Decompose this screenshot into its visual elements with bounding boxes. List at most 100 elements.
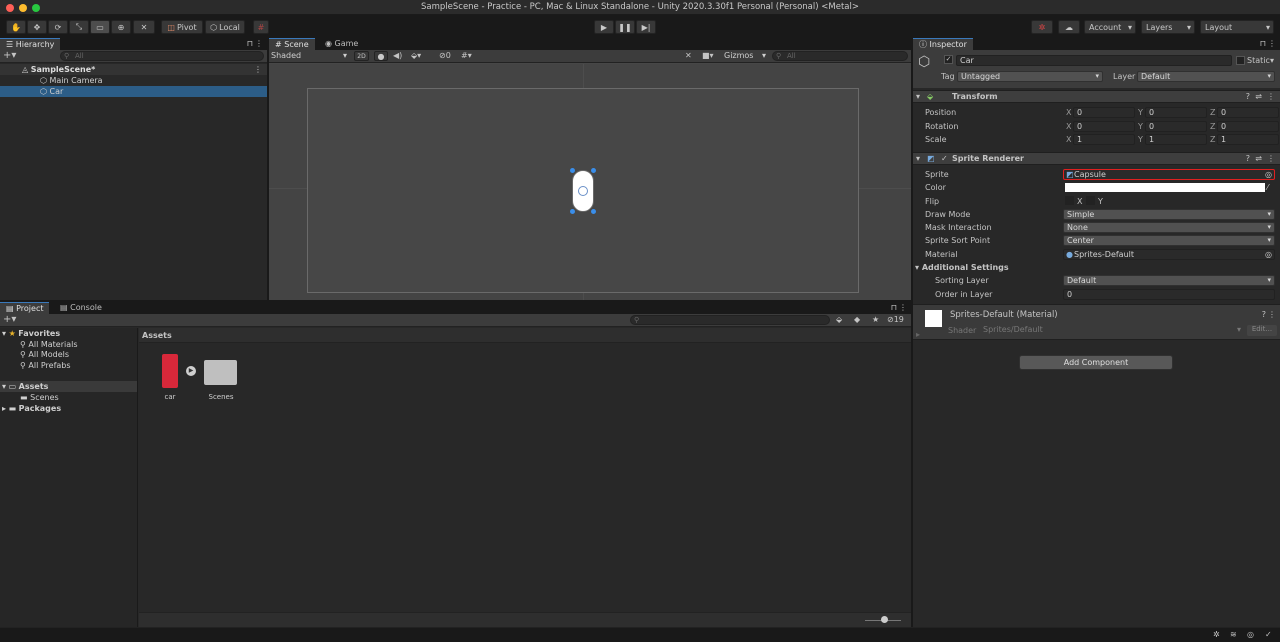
- tab-hierarchy[interactable]: ☰ Hierarchy: [0, 38, 61, 50]
- scene-search-input[interactable]: ⚲ All: [772, 51, 908, 61]
- resize-handle[interactable]: [570, 209, 575, 214]
- gizmos-dropdown[interactable]: Gizmos ▾: [724, 50, 766, 61]
- mask-interaction-dropdown[interactable]: None: [1063, 222, 1275, 233]
- transform-x-input[interactable]: 1: [1073, 134, 1135, 145]
- pivot-toggle[interactable]: ◫ Pivot: [161, 20, 203, 34]
- object-picker-icon[interactable]: ◎: [1265, 250, 1272, 259]
- transform-z-input[interactable]: 0: [1217, 107, 1279, 118]
- eyedropper-icon[interactable]: ⁄: [1267, 183, 1268, 192]
- preset-icon[interactable]: ⇌: [1255, 92, 1262, 101]
- transform-y-input[interactable]: 0: [1145, 121, 1207, 132]
- tree-item-all-models[interactable]: ⚲ All Models: [20, 349, 69, 360]
- object-picker-icon[interactable]: ◎: [1265, 170, 1272, 179]
- transform-y-input[interactable]: 0: [1145, 107, 1207, 118]
- grid-visibility-icon[interactable]: #▾: [461, 51, 472, 60]
- chevron-down-icon[interactable]: ▾: [1270, 56, 1274, 65]
- tab-game[interactable]: ◉ Game: [319, 38, 364, 50]
- play-button[interactable]: ▶: [594, 20, 614, 34]
- tree-item-all-prefabs[interactable]: ⚲ All Prefabs: [20, 360, 71, 371]
- rect-tool-button[interactable]: ▭: [90, 20, 110, 34]
- filter-label-icon[interactable]: ◆: [854, 315, 860, 324]
- menu-icon[interactable]: ⋮: [254, 64, 262, 75]
- lock-icon[interactable]: ⊓: [247, 39, 253, 48]
- create-button[interactable]: +▾: [3, 314, 16, 326]
- lock-icon[interactable]: ⊓: [891, 303, 897, 312]
- layers-dropdown[interactable]: Layers ▾: [1141, 20, 1195, 34]
- sorting-layer-dropdown[interactable]: Default: [1063, 275, 1275, 286]
- rotate-tool-button[interactable]: ⟳: [48, 20, 68, 34]
- edit-shader-button[interactable]: Edit...: [1247, 325, 1277, 336]
- 2d-mode-toggle[interactable]: 2D: [354, 51, 369, 61]
- hierarchy-item-car[interactable]: ⬡ Car: [0, 86, 267, 97]
- tab-console[interactable]: ▤ Console: [54, 302, 108, 314]
- collab-icon[interactable]: ✲: [1031, 20, 1053, 34]
- step-button[interactable]: ▶|: [636, 20, 656, 34]
- help-icon[interactable]: ?: [1246, 154, 1250, 163]
- folder-icon[interactable]: [204, 360, 237, 385]
- debug-icon[interactable]: ✲: [1213, 630, 1220, 639]
- sprite-field[interactable]: ◩ Capsule ◎: [1063, 169, 1275, 180]
- tree-item-assets[interactable]: ▾ ▭ Assets: [0, 381, 137, 392]
- filter-type-icon[interactable]: ⬙: [836, 315, 842, 324]
- favorite-star-icon[interactable]: ★: [872, 315, 879, 324]
- hidden-objects-icon[interactable]: ⊘0: [439, 51, 451, 60]
- play-icon[interactable]: ▶: [186, 366, 196, 376]
- help-icon[interactable]: ?: [1246, 92, 1250, 101]
- menu-icon[interactable]: ⋮: [1268, 310, 1276, 319]
- hierarchy-item-main-camera[interactable]: ⬡ Main Camera: [0, 75, 267, 86]
- cache-icon[interactable]: ≋: [1230, 630, 1237, 639]
- resize-handle[interactable]: [570, 168, 575, 173]
- menu-icon[interactable]: ⋮: [255, 39, 263, 48]
- zoom-slider[interactable]: [881, 616, 888, 623]
- menu-icon[interactable]: ⋮: [1268, 39, 1276, 48]
- lighting-icon[interactable]: ●: [374, 51, 388, 61]
- shading-mode-dropdown[interactable]: Shaded ▾: [271, 50, 349, 61]
- menu-icon[interactable]: ⋮: [1267, 154, 1275, 163]
- transform-y-input[interactable]: 1: [1145, 134, 1207, 145]
- menu-icon[interactable]: ⋮: [1267, 92, 1275, 101]
- local-toggle[interactable]: ⬡ Local: [205, 20, 245, 34]
- flip-y-checkbox[interactable]: [1086, 196, 1095, 205]
- scene-viewport[interactable]: [269, 64, 911, 300]
- active-checkbox[interactable]: ✓: [944, 55, 953, 64]
- transform-x-input[interactable]: 0: [1073, 121, 1135, 132]
- transform-z-input[interactable]: 1: [1217, 134, 1279, 145]
- car-asset-thumbnail[interactable]: [162, 354, 178, 388]
- tag-dropdown[interactable]: Untagged: [957, 71, 1103, 82]
- progress-icon[interactable]: ◎: [1247, 630, 1254, 639]
- sort-point-dropdown[interactable]: Center: [1063, 235, 1275, 246]
- transform-header[interactable]: ▾ ⬙ Transform ? ⇌ ⋮: [913, 90, 1280, 103]
- hidden-packages-icon[interactable]: ⊘19: [887, 315, 904, 324]
- transform-x-input[interactable]: 0: [1073, 107, 1135, 118]
- resize-handle[interactable]: [591, 209, 596, 214]
- flip-x-checkbox[interactable]: [1065, 196, 1074, 205]
- foldout-arrow[interactable]: ▾: [916, 92, 920, 101]
- project-search-input[interactable]: ⚲: [630, 315, 830, 325]
- draw-mode-dropdown[interactable]: Simple: [1063, 209, 1275, 220]
- check-icon[interactable]: ✓: [1265, 630, 1272, 639]
- audio-icon[interactable]: ◀): [393, 51, 402, 60]
- color-swatch[interactable]: [1065, 183, 1265, 192]
- resize-handle[interactable]: [591, 168, 596, 173]
- scene-row[interactable]: ◬ SampleScene* ⋮: [0, 64, 267, 75]
- effects-icon[interactable]: ⬙▾: [411, 51, 421, 60]
- move-tool-button[interactable]: ✥: [27, 20, 47, 34]
- static-checkbox[interactable]: [1236, 56, 1245, 65]
- hierarchy-search-input[interactable]: ⚲ All: [60, 51, 264, 61]
- camera-icon[interactable]: ■▾: [702, 51, 714, 60]
- tab-inspector[interactable]: ⓘ Inspector: [913, 38, 973, 50]
- additional-settings-foldout[interactable]: ▾ Additional Settings: [915, 263, 1009, 272]
- lock-icon[interactable]: ⊓: [1260, 39, 1266, 48]
- tree-item-packages[interactable]: ▸ ▬ Packages: [2, 403, 61, 414]
- tab-project[interactable]: ▤ Project: [0, 302, 50, 314]
- menu-icon[interactable]: ⋮: [899, 303, 907, 312]
- custom-tool-button[interactable]: ✕: [133, 20, 155, 34]
- order-in-layer-input[interactable]: 0: [1063, 289, 1275, 300]
- create-button[interactable]: +▾: [3, 50, 16, 62]
- transform-gizmo-icon[interactable]: [578, 186, 588, 196]
- help-icon[interactable]: ?: [1262, 310, 1266, 319]
- enabled-checkbox[interactable]: ✓: [941, 154, 948, 163]
- material-field[interactable]: ● Sprites-Default ◎: [1063, 249, 1275, 260]
- tree-item-favorites[interactable]: ▾ ★ Favorites: [2, 328, 60, 339]
- transform-z-input[interactable]: 0: [1217, 121, 1279, 132]
